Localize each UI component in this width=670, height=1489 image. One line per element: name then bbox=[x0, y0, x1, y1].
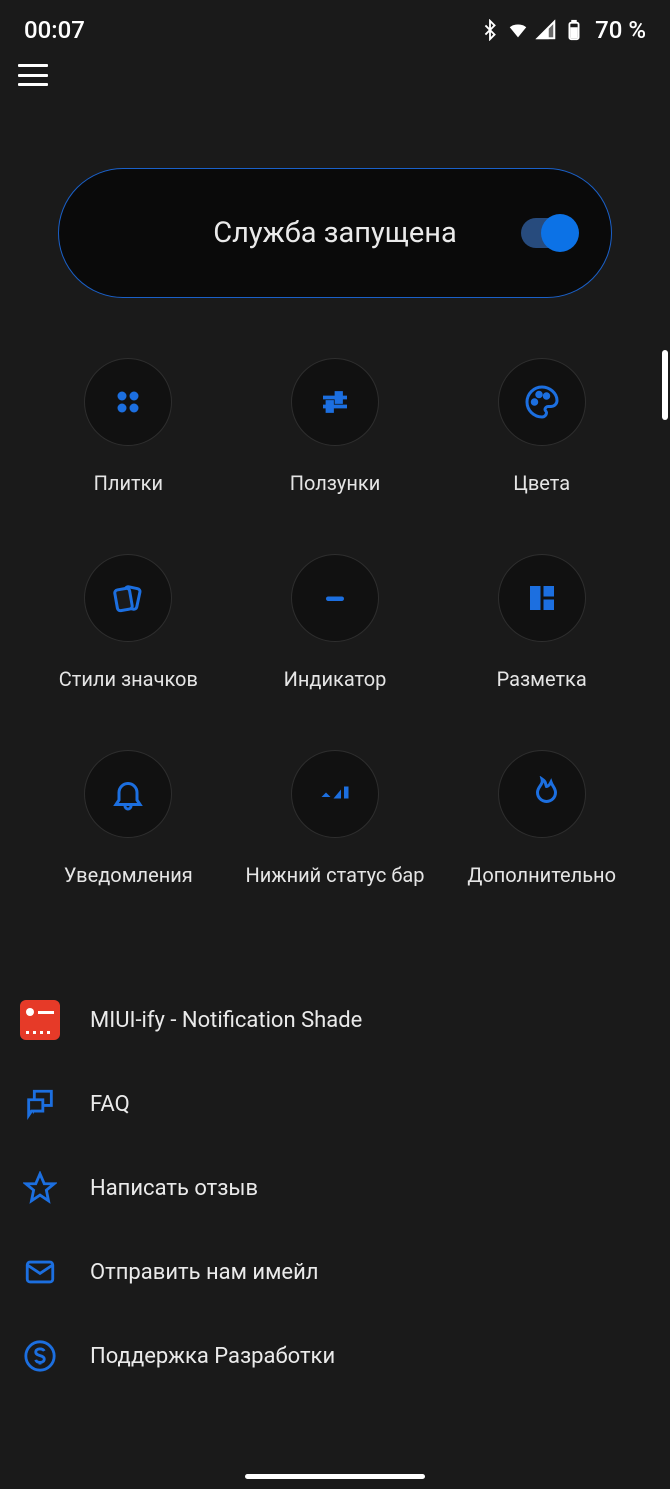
palette-icon bbox=[524, 384, 560, 420]
grid-item-indicator[interactable]: Индикатор bbox=[237, 554, 434, 692]
dollar-icon bbox=[23, 1339, 57, 1373]
battery-icon bbox=[563, 19, 585, 41]
grid-label: Уведомления bbox=[64, 862, 193, 888]
service-label: Служба запущена bbox=[213, 216, 457, 250]
grid-label: Стили значков bbox=[59, 666, 198, 692]
toolbar bbox=[0, 54, 670, 114]
faq-icon bbox=[23, 1087, 57, 1121]
grid-item-notifications[interactable]: Уведомления bbox=[30, 750, 227, 888]
list-item-review[interactable]: Написать отзыв bbox=[20, 1146, 650, 1230]
grid-item-extra[interactable]: Дополнительно bbox=[443, 750, 640, 888]
sliders-icon bbox=[317, 384, 353, 420]
list-label: MIUI-ify - Notification Shade bbox=[90, 1008, 362, 1033]
icon-styles-icon bbox=[110, 580, 146, 616]
grid-item-sliders[interactable]: Ползунки bbox=[237, 358, 434, 496]
wifi-icon bbox=[507, 19, 529, 41]
list-label: Поддержка Разработки bbox=[90, 1344, 335, 1369]
layout-icon bbox=[524, 580, 560, 616]
battery-percent: 70 % bbox=[595, 16, 646, 44]
home-indicator[interactable] bbox=[245, 1474, 425, 1479]
list-item-faq[interactable]: FAQ bbox=[20, 1062, 650, 1146]
settings-grid: Плитки Ползунки Цвета Стили значков Инди… bbox=[0, 358, 670, 888]
service-toggle[interactable] bbox=[521, 218, 575, 248]
list-label: Написать отзыв bbox=[90, 1176, 258, 1201]
list-label: Отправить нам имейл bbox=[90, 1260, 319, 1285]
grid-label: Индикатор bbox=[284, 666, 387, 692]
list-item-support[interactable]: Поддержка Разработки bbox=[20, 1314, 650, 1398]
list-label: FAQ bbox=[90, 1092, 130, 1117]
tiles-icon bbox=[110, 384, 146, 420]
grid-label: Ползунки bbox=[290, 470, 381, 496]
grid-item-layout[interactable]: Разметка bbox=[443, 554, 640, 692]
status-bar: 00:07 70 % bbox=[0, 0, 670, 54]
list-item-app[interactable]: MIUI-ify - Notification Shade bbox=[20, 978, 650, 1062]
grid-label: Нижний статус бар bbox=[245, 862, 424, 888]
clock: 00:07 bbox=[24, 16, 85, 44]
bluetooth-icon bbox=[479, 19, 501, 41]
star-icon bbox=[23, 1171, 57, 1205]
indicator-icon bbox=[317, 580, 353, 616]
menu-list: MIUI-ify - Notification Shade FAQ Написа… bbox=[0, 978, 670, 1398]
statusbar-icon bbox=[317, 776, 353, 812]
service-status-pill[interactable]: Служба запущена bbox=[58, 168, 612, 298]
app-icon bbox=[20, 1000, 60, 1040]
status-icons: 70 % bbox=[479, 16, 646, 44]
grid-item-statusbar[interactable]: Нижний статус бар bbox=[237, 750, 434, 888]
fire-icon bbox=[524, 776, 560, 812]
grid-item-colors[interactable]: Цвета bbox=[443, 358, 640, 496]
grid-label: Дополнительно bbox=[467, 862, 616, 888]
grid-item-icon-styles[interactable]: Стили значков bbox=[30, 554, 227, 692]
list-item-email[interactable]: Отправить нам имейл bbox=[20, 1230, 650, 1314]
grid-label: Цвета bbox=[513, 470, 570, 496]
scroll-indicator[interactable] bbox=[662, 350, 668, 420]
signal-icon bbox=[535, 19, 557, 41]
grid-label: Разметка bbox=[497, 666, 587, 692]
bell-icon bbox=[110, 776, 146, 812]
grid-label: Плитки bbox=[94, 470, 163, 496]
grid-item-tiles[interactable]: Плитки bbox=[30, 358, 227, 496]
mail-icon bbox=[23, 1255, 57, 1289]
menu-button[interactable] bbox=[18, 64, 48, 86]
